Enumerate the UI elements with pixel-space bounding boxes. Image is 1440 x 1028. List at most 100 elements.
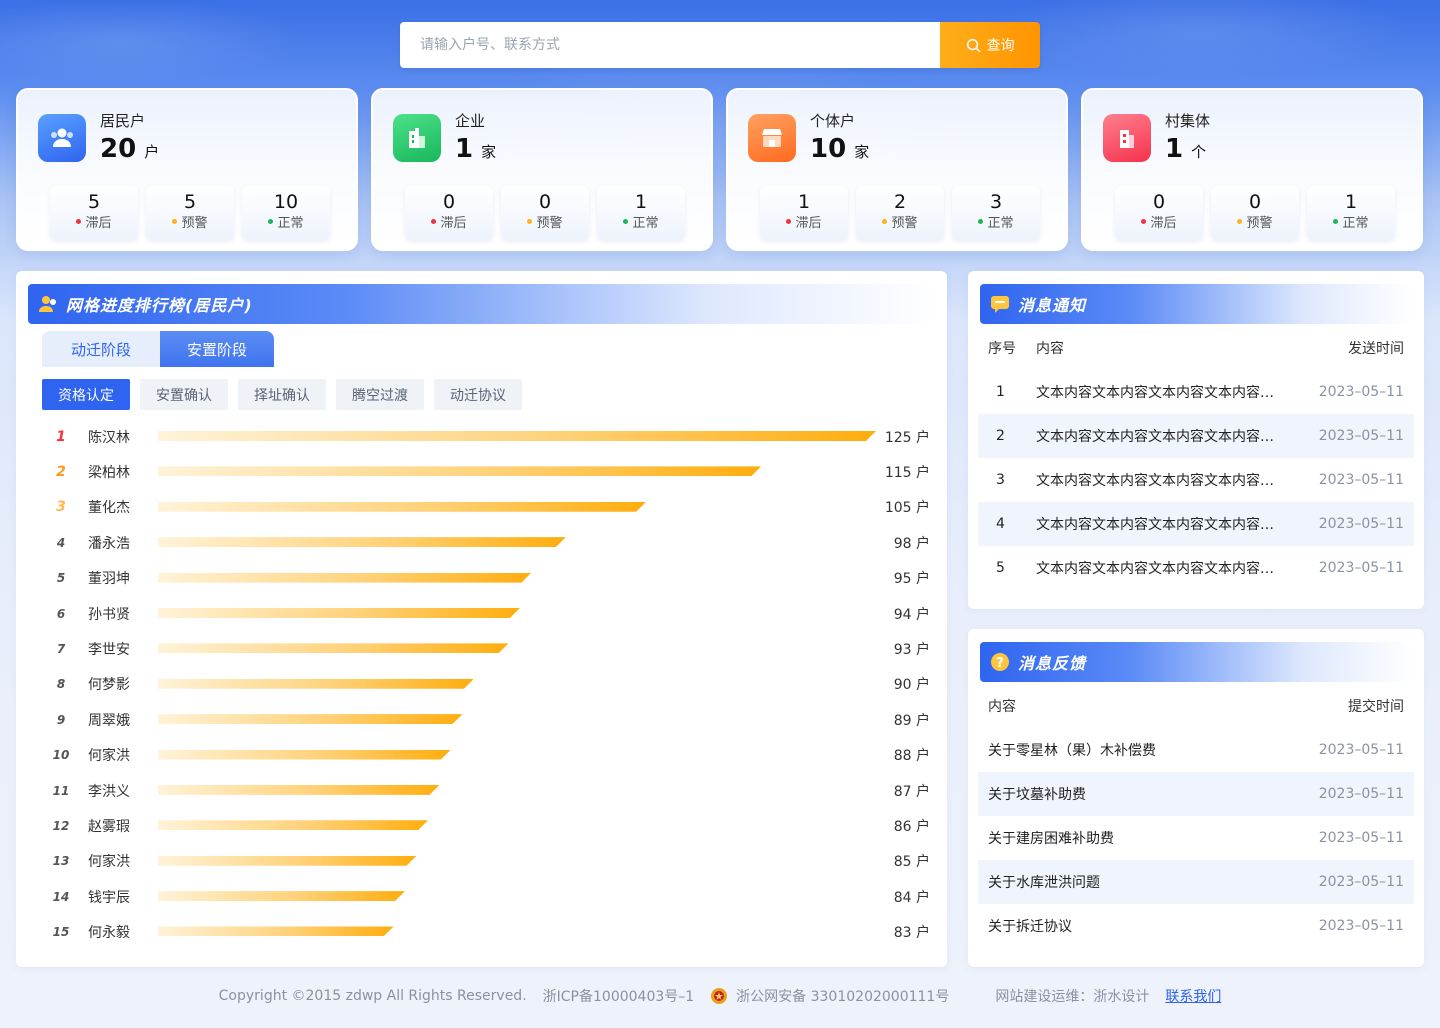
stat-late[interactable]: 0 滞后 <box>1115 186 1203 240</box>
feedback-content: 关于拆迁协议 <box>988 919 1072 935</box>
notice-index: 5 <box>996 560 1005 576</box>
rank-bar <box>158 856 417 866</box>
rank-row: 11 李洪义 87 户 <box>50 773 930 808</box>
search-bar: 查询 <box>400 22 1040 68</box>
subtab-relocation-agreement[interactable]: 动迁协议 <box>434 379 522 410</box>
stat-normal[interactable]: 1 正常 <box>1307 186 1395 240</box>
feedback-title: 消息反馈 <box>1018 654 1087 673</box>
feedback-time: 2023–05–11 <box>1318 918 1404 934</box>
rank-name: 陈汉林 <box>88 429 130 446</box>
village-icon <box>1103 114 1151 162</box>
col-index: 序号 <box>988 341 1016 357</box>
stat-card-residents[interactable]: 居民户 20 户 5 滞后 5 预警 10 正常 <box>16 88 358 251</box>
feedback-content: 关于水库泄洪问题 <box>988 875 1100 891</box>
notice-index: 3 <box>996 472 1005 488</box>
rank-bar <box>158 466 761 476</box>
rank-value: 98 户 <box>893 535 930 552</box>
rank-bar <box>158 679 474 689</box>
rank-number: 2 <box>56 464 66 481</box>
rank-row: 3 董化杰 105 户 <box>50 490 930 525</box>
ranking-title: 网格进度排行榜(居民户) <box>66 296 253 315</box>
stat-title: 居民户 <box>100 112 146 130</box>
feedback-row[interactable]: 关于建房困难补助费 2023–05–11 <box>978 816 1414 860</box>
rank-value: 125 户 <box>884 429 930 446</box>
feedback-row[interactable]: 关于坟墓补助费 2023–05–11 <box>978 772 1414 816</box>
residents-icon <box>38 114 86 162</box>
stat-warning[interactable]: 5 预警 <box>146 186 234 240</box>
enterprise-icon <box>393 114 441 162</box>
stat-normal[interactable]: 10 正常 <box>242 186 330 240</box>
rank-bar <box>158 750 451 760</box>
rank-bar <box>158 714 462 724</box>
stat-count: 20 户 <box>100 134 160 164</box>
rank-value: 95 户 <box>893 571 930 588</box>
stat-late[interactable]: 0 滞后 <box>405 186 493 240</box>
stat-late[interactable]: 1 滞后 <box>760 186 848 240</box>
subtab-qualification[interactable]: 资格认定 <box>42 379 130 410</box>
question-icon: ? <box>991 653 1009 671</box>
contact-us-link[interactable]: 联系我们 <box>1165 986 1221 1006</box>
message-icon <box>991 296 1009 313</box>
stat-warning[interactable]: 0 预警 <box>1211 186 1299 240</box>
subtab-site-confirm[interactable]: 择址确认 <box>238 379 326 410</box>
feedback-row[interactable]: 关于零星林（果）木补偿费 2023–05–11 <box>978 728 1414 772</box>
notice-row[interactable]: 4 文本内容文本内容文本内容文本内容文本内容文本内容 2023–05–11 <box>978 502 1414 546</box>
col-submit-time: 提交时间 <box>1348 699 1404 715</box>
stat-title: 个体户 <box>810 112 856 130</box>
feedback-time: 2023–05–11 <box>1318 786 1404 802</box>
rank-number: 6 <box>56 606 66 621</box>
rank-row: 4 潘永浩 98 户 <box>50 525 930 560</box>
search-input[interactable] <box>400 22 940 68</box>
stat-count: 10 家 <box>810 134 870 164</box>
feedback-panel: ? 消息反馈 内容 提交时间 关于零星林（果）木补偿费 2023–05–11 关于坟… <box>968 629 1424 967</box>
rank-number: 1 <box>56 428 66 445</box>
subtab-vacate-transition[interactable]: 腾空过渡 <box>336 379 424 410</box>
rank-value: 115 户 <box>884 465 930 482</box>
feedback-content: 关于建房困难补助费 <box>988 831 1114 847</box>
rank-number: 12 <box>52 818 70 833</box>
notice-index: 4 <box>996 516 1005 532</box>
stat-normal[interactable]: 1 正常 <box>597 186 685 240</box>
rank-row: 2 梁柏林 115 户 <box>50 454 930 489</box>
rank-number: 5 <box>56 571 66 586</box>
rank-name: 李世安 <box>88 642 130 659</box>
stat-warning[interactable]: 2 预警 <box>856 186 944 240</box>
stat-card-individual[interactable]: 个体户 10 家 1 滞后 2 预警 3 正常 <box>726 88 1068 251</box>
search-icon <box>966 38 980 52</box>
rank-row: 5 董羽坤 95 户 <box>50 561 930 596</box>
tab-resettlement-stage[interactable]: 安置阶段 <box>160 331 274 367</box>
rank-row: 13 何家洪 85 户 <box>50 844 930 879</box>
feedback-panel-header: ? 消息反馈 <box>980 642 1412 682</box>
notice-table: 序号 内容 发送时间 1 文本内容文本内容文本内容文本内容文本内容文本内容 2023… <box>978 326 1414 590</box>
rank-number: 3 <box>56 499 66 516</box>
feedback-content: 关于零星林（果）木补偿费 <box>988 743 1156 759</box>
notice-content: 文本内容文本内容文本内容文本内容文本内容文本内容 <box>1036 385 1304 401</box>
stat-late[interactable]: 5 滞后 <box>50 186 138 240</box>
stat-warning[interactable]: 0 预警 <box>501 186 589 240</box>
notice-row[interactable]: 3 文本内容文本内容文本内容文本内容文本内容文本内容 2023–05–11 <box>978 458 1414 502</box>
rank-bar <box>158 573 531 583</box>
feedback-row[interactable]: 关于拆迁协议 2023–05–11 <box>978 904 1414 948</box>
rank-bar <box>158 785 440 795</box>
rank-value: 85 户 <box>893 854 930 871</box>
feedback-table-header: 内容 提交时间 <box>978 684 1414 728</box>
notice-index: 2 <box>996 428 1005 444</box>
notice-time: 2023–05–11 <box>1318 428 1404 444</box>
stat-card-village[interactable]: 村集体 1个 0 滞后 0 预警 1 正常 <box>1081 88 1423 251</box>
rank-row: 1 陈汉林 125 户 <box>50 419 930 454</box>
maintainer: 网站建设运维：浙水设计 <box>995 989 1150 1005</box>
notice-row[interactable]: 2 文本内容文本内容文本内容文本内容文本内容文本内容 2023–05–11 <box>978 414 1414 458</box>
notice-row[interactable]: 5 文本内容文本内容文本内容文本内容文本内容文本内容 2023–05–11 <box>978 546 1414 590</box>
notice-row[interactable]: 1 文本内容文本内容文本内容文本内容文本内容文本内容 2023–05–11 <box>978 370 1414 414</box>
feedback-row[interactable]: 关于水库泄洪问题 2023–05–11 <box>978 860 1414 904</box>
col-content: 内容 <box>988 699 1016 715</box>
search-button[interactable]: 查询 <box>940 22 1040 68</box>
rank-number: 4 <box>56 535 66 550</box>
stat-card-enterprise[interactable]: 企业 1家 0 滞后 0 预警 1 正常 <box>371 88 713 251</box>
subtab-placement-confirm[interactable]: 安置确认 <box>140 379 228 410</box>
rank-number: 13 <box>52 854 70 869</box>
stat-normal[interactable]: 3 正常 <box>952 186 1040 240</box>
tab-relocation-stage[interactable]: 动迁阶段 <box>42 331 160 367</box>
notice-time: 2023–05–11 <box>1318 472 1404 488</box>
rank-number: 8 <box>56 677 66 692</box>
